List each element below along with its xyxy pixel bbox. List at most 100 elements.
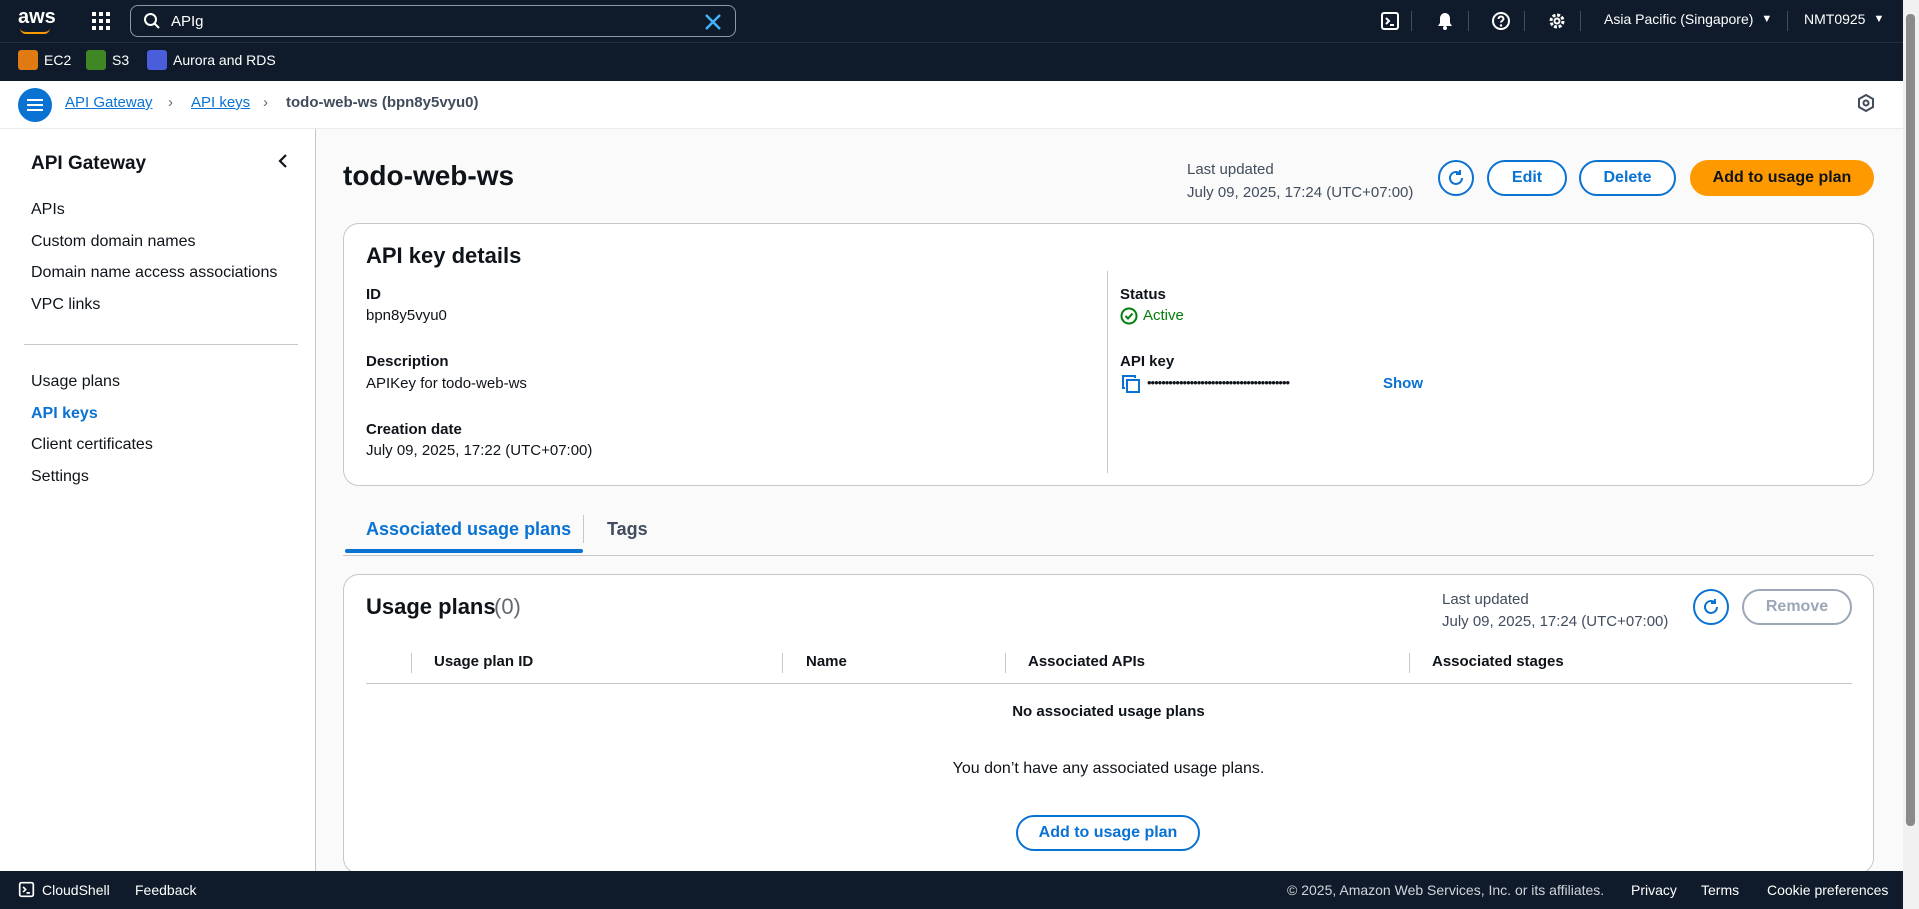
search-input-value: APIg: [171, 13, 204, 30]
footer: CloudShell Feedback © 2025, Amazon Web S…: [0, 871, 1903, 909]
usage-plans-last-updated-value: July 09, 2025, 17:24 (UTC+07:00): [1442, 613, 1669, 630]
sidebar-item-settings[interactable]: Settings: [31, 468, 89, 486]
sidebar-item-api-keys[interactable]: API keys: [31, 405, 98, 423]
search-icon: [143, 12, 161, 35]
breadcrumb-api-gateway[interactable]: API Gateway: [65, 94, 153, 111]
menu-icon[interactable]: [18, 88, 52, 122]
description-label: Description: [366, 353, 449, 370]
account-label: NMT0925: [1804, 11, 1866, 27]
account-menu[interactable]: NMT0925 ▼: [1804, 11, 1884, 27]
refresh-button[interactable]: [1438, 160, 1474, 196]
cloudshell-icon[interactable]: [18, 881, 35, 901]
favorite-s3[interactable]: S3: [86, 50, 129, 70]
column-header-usage-plan-id[interactable]: Usage plan ID: [434, 653, 533, 670]
sidenav-title: API Gateway: [31, 153, 147, 174]
divider: [1580, 11, 1581, 31]
column-separator: [1409, 653, 1410, 673]
refresh-icon: [1704, 599, 1718, 614]
bell-icon[interactable]: [1435, 11, 1455, 31]
delete-button[interactable]: Delete: [1579, 160, 1676, 196]
usage-plans-refresh-button[interactable]: [1693, 589, 1729, 625]
api-key-masked-value: ••••••••••••••••••••••••••••••••••••••••: [1147, 375, 1290, 390]
gear-icon[interactable]: [1547, 11, 1567, 31]
clear-icon[interactable]: [703, 12, 723, 37]
id-value: bpn8y5vyu0: [366, 307, 447, 324]
ec2-icon: [18, 50, 38, 70]
sidebar-item-custom-domain-names[interactable]: Custom domain names: [31, 233, 196, 251]
sidebar-item-vpc-links[interactable]: VPC links: [31, 296, 100, 314]
edit-button[interactable]: Edit: [1487, 160, 1567, 196]
sidebar-item-client-certificates[interactable]: Client certificates: [31, 436, 153, 454]
success-icon: [1120, 307, 1138, 330]
caret-down-icon: ▼: [1873, 13, 1885, 25]
add-to-usage-plan-button[interactable]: Add to usage plan: [1690, 160, 1874, 196]
sidebar-item-usage-plans[interactable]: Usage plans: [31, 373, 120, 391]
divider: [1411, 11, 1412, 31]
sidebar-item-apis[interactable]: APIs: [31, 201, 65, 219]
region-selector[interactable]: Asia Pacific (Singapore) ▼: [1604, 11, 1772, 27]
remove-button[interactable]: Remove: [1742, 589, 1852, 625]
description-value: APIKey for todo-web-ws: [366, 375, 527, 392]
active-tab-indicator: [345, 549, 583, 553]
favorites-bar: [0, 42, 1903, 81]
divider: [1468, 11, 1469, 31]
creation-date-label: Creation date: [366, 421, 462, 438]
usage-plans-last-updated-label: Last updated: [1442, 591, 1529, 608]
privacy-link[interactable]: Privacy: [1631, 882, 1677, 898]
sidebar-divider: [24, 344, 298, 345]
last-updated-label: Last updated: [1187, 161, 1274, 178]
creation-date-value: July 09, 2025, 17:22 (UTC+07:00): [366, 442, 593, 459]
last-updated-value: July 09, 2025, 17:24 (UTC+07:00): [1187, 184, 1414, 201]
column-header-associated-stages[interactable]: Associated stages: [1432, 653, 1564, 670]
terms-link[interactable]: Terms: [1701, 882, 1739, 898]
cookie-preferences-link[interactable]: Cookie preferences: [1767, 882, 1888, 898]
scrollbar-thumb[interactable]: [1906, 14, 1915, 826]
breadcrumb-api-keys[interactable]: API keys: [191, 94, 250, 111]
empty-add-to-usage-plan-button[interactable]: Add to usage plan: [1016, 815, 1200, 851]
tabs-baseline: [343, 555, 1874, 556]
tab-tags[interactable]: Tags: [607, 519, 648, 540]
empty-state-title: No associated usage plans: [1012, 703, 1205, 720]
column-header-associated-apis[interactable]: Associated APIs: [1028, 653, 1145, 670]
top-navigation: aws APIg Asia Pacific (Singapore) ▼ NMT0…: [0, 0, 1903, 42]
chevron-right-icon: ›: [168, 94, 173, 111]
cloudshell-link[interactable]: CloudShell: [42, 882, 110, 898]
collapse-icon[interactable]: [276, 152, 290, 175]
divider: [1524, 11, 1525, 31]
empty-state-text: You don’t have any associated usage plan…: [952, 760, 1265, 777]
feedback-link[interactable]: Feedback: [135, 882, 196, 898]
grid-icon[interactable]: [91, 11, 111, 31]
cloudshell-icon[interactable]: [1380, 11, 1400, 31]
usage-plans-heading: Usage plans: [366, 594, 496, 619]
region-label: Asia Pacific (Singapore): [1604, 11, 1754, 27]
help-icon[interactable]: [1491, 11, 1511, 31]
tab-divider: [583, 515, 584, 543]
favorite-label: S3: [112, 52, 130, 68]
show-api-key-link[interactable]: Show: [1383, 375, 1423, 392]
column-header-name[interactable]: Name: [806, 653, 847, 670]
s3-icon: [86, 50, 106, 70]
details-heading: API key details: [366, 243, 522, 268]
search-input[interactable]: APIg: [130, 5, 736, 37]
sidebar-item-domain-name-access[interactable]: Domain name access associations: [31, 264, 277, 282]
usage-plans-count: (0): [494, 594, 521, 619]
table-header-divider: [366, 683, 1852, 684]
breadcrumb-current: todo-web-ws (bpn8y5vyu0): [286, 94, 479, 111]
favorite-label: Aurora and RDS: [173, 52, 276, 68]
favorite-ec2[interactable]: EC2: [18, 50, 71, 70]
tab-associated-usage-plans[interactable]: Associated usage plans: [366, 519, 571, 540]
column-divider: [1107, 271, 1108, 473]
divider: [1787, 11, 1788, 31]
caret-down-icon: ▼: [1761, 13, 1773, 25]
column-separator: [782, 653, 783, 673]
chevron-right-icon: ›: [263, 94, 268, 111]
copy-icon[interactable]: [1122, 375, 1140, 398]
status-label: Status: [1120, 286, 1166, 303]
favorite-aurora-rds[interactable]: Aurora and RDS: [147, 50, 276, 70]
copyright-text: © 2025, Amazon Web Services, Inc. or its…: [1287, 882, 1605, 898]
aws-logo[interactable]: aws: [18, 6, 56, 29]
column-separator: [1005, 653, 1006, 673]
api-key-label: API key: [1120, 353, 1175, 370]
page-title: todo-web-ws: [343, 160, 515, 191]
notifications-hex-icon[interactable]: [1857, 93, 1875, 117]
